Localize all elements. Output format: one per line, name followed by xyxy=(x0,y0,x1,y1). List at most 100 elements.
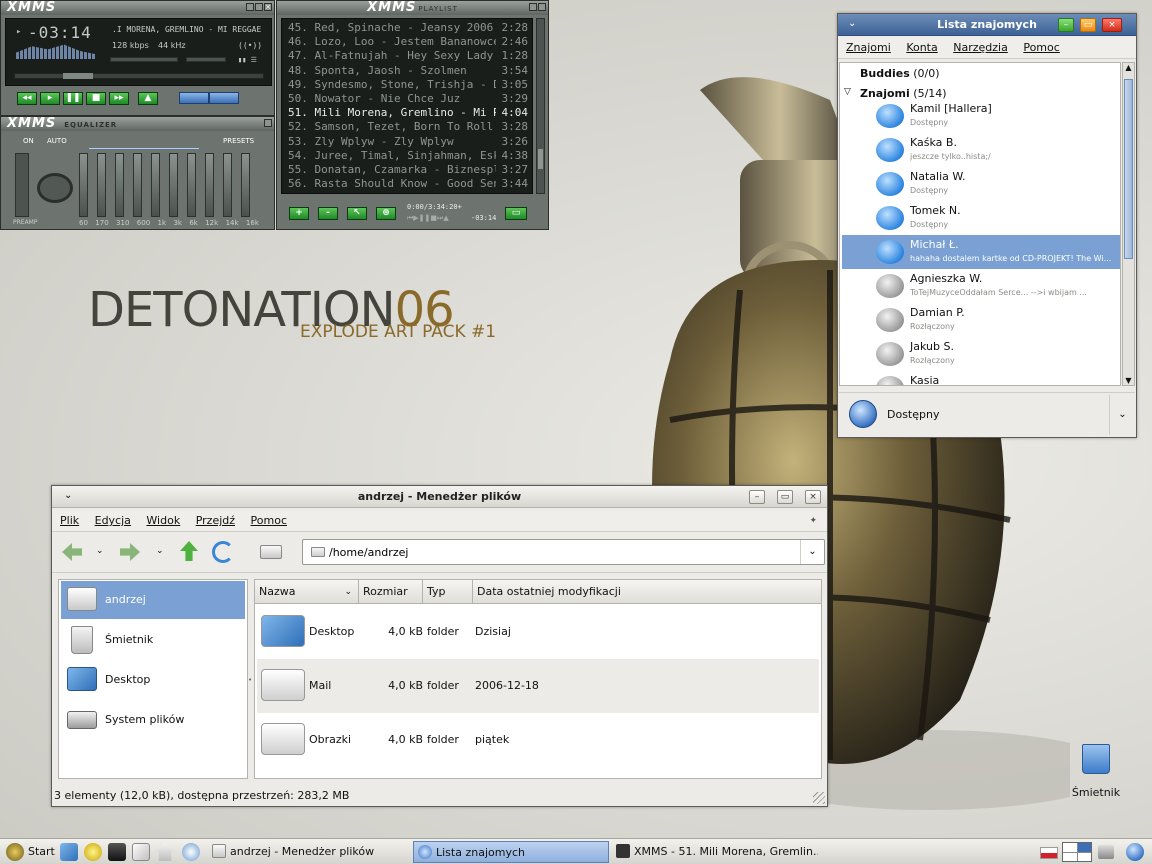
buddy-menu-znajomi[interactable]: Znajomi xyxy=(840,37,897,59)
xmms-eq-on-button[interactable]: ON xyxy=(23,137,34,145)
xmms-playlist-shade-button[interactable] xyxy=(529,3,537,11)
xmms-playlist-title-bar[interactable]: XMMS PLAYLIST xyxy=(277,1,548,15)
xmms-eq-band-slider[interactable] xyxy=(169,153,178,217)
buddy-list-scrollbar[interactable]: ▲ ▼ xyxy=(1122,62,1135,386)
xmms-playlist-remove-button[interactable]: - xyxy=(318,207,338,220)
xmms-eq-close-button[interactable] xyxy=(264,119,272,127)
xmms-time-display[interactable]: -03:14 xyxy=(28,23,92,42)
workspace-2[interactable] xyxy=(1077,843,1091,852)
buddy-row[interactable]: Kamil [Hallera] Dostępny xyxy=(842,99,1120,133)
workspace-3[interactable] xyxy=(1063,852,1077,861)
file-row[interactable]: Desktop 4,0 kB folder Dzisiaj xyxy=(257,605,819,659)
xmms-playlist-close-button[interactable] xyxy=(538,3,546,11)
fm-menu-pomoc[interactable]: Pomoc xyxy=(245,510,293,532)
taskbar-task-button[interactable]: andrzej - Menedżer plików xyxy=(208,841,406,863)
scroll-down-icon[interactable]: ▼ xyxy=(1123,376,1134,385)
playlist-entry[interactable]: 48. Sponta, Jaosh - Szolmen 3:54 xyxy=(288,64,528,78)
playlist-entry[interactable]: 53. Zly Wplyw - Zly Wplyw 3:26 xyxy=(288,135,528,149)
file-manager-close-button[interactable]: × xyxy=(805,490,821,504)
launcher-editor-icon[interactable] xyxy=(132,843,150,861)
file-row[interactable]: Obrazki 4,0 kB folder piątek xyxy=(257,713,819,767)
status-dropdown-icon[interactable]: ⌄ xyxy=(1109,395,1135,435)
buddy-row[interactable]: Damian P. Rozłączony xyxy=(842,303,1120,337)
file-manager-maximize-button[interactable]: ▭ xyxy=(777,490,793,504)
xmms-eq-auto-button[interactable]: AUTO xyxy=(47,137,67,145)
file-manager-title-bar[interactable]: andrzej - Menedżer plików xyxy=(52,486,827,508)
home-folder-icon[interactable] xyxy=(260,545,282,559)
buddy-list-window-menu-icon[interactable]: ⌄ xyxy=(848,18,856,29)
workspace-1[interactable] xyxy=(1063,843,1077,852)
xmms-eq-band-slider[interactable] xyxy=(133,153,142,217)
file-manager-minimize-button[interactable]: – xyxy=(749,490,765,504)
playlist-entry[interactable]: 47. Al-Fatnujah - Hey Sexy Lady ... 1:28 xyxy=(288,49,528,63)
playlist-entry[interactable]: 56. Rasta Should Know - Good Sensi 3:44 xyxy=(288,177,528,191)
xmms-balance-slider[interactable] xyxy=(186,57,226,62)
xmms-eq-band-slider[interactable] xyxy=(223,153,232,217)
sidebar-item-desktop[interactable]: Desktop xyxy=(61,661,245,699)
launcher-home-icon[interactable] xyxy=(156,843,174,861)
column-header-type[interactable]: Typ xyxy=(423,580,473,604)
fm-menu-plik[interactable]: Plik xyxy=(54,510,85,532)
buddy-status-selector[interactable]: Dostępny ⌄ xyxy=(839,392,1135,436)
location-dropdown-icon[interactable]: ⌄ xyxy=(800,540,824,564)
playlist-entry[interactable]: 50. Nowator - Nie Chce Juz 3:29 xyxy=(288,92,528,106)
resize-grip-icon[interactable] xyxy=(813,792,825,804)
forward-arrow-icon[interactable] xyxy=(120,543,140,561)
xmms-playlist-misc-button[interactable]: ⊛ xyxy=(376,207,396,220)
buddy-row[interactable]: Natalia W. Dostępny xyxy=(842,167,1120,201)
xmms-play-button[interactable]: ▸ xyxy=(40,92,60,105)
fm-menu-edycja[interactable]: Edycja xyxy=(89,510,137,532)
playlist-entry[interactable]: 55. Donatan, Czamarka - Biznesplan 3:27 xyxy=(288,163,528,177)
xmms-eq-title-bar[interactable]: XMMS EQUALIZER xyxy=(1,117,274,131)
xmms-playlist-scrollbar[interactable] xyxy=(536,18,545,194)
xmms-eq-band-slider[interactable] xyxy=(205,153,214,217)
up-arrow-icon[interactable] xyxy=(180,541,198,561)
buddy-row[interactable]: Kaśka B. jeszcze tylko..hista;/ xyxy=(842,133,1120,167)
tray-screenshot-icon[interactable] xyxy=(1098,845,1114,859)
xmms-eq-toggle-button[interactable]: ▮▮ ☰ xyxy=(238,56,257,64)
tray-network-icon[interactable] xyxy=(1126,843,1144,861)
xmms-shuffle-button[interactable] xyxy=(179,92,209,104)
playlist-entry[interactable]: 51. Mili Morena, Gremlino - Mi R... 4:04 xyxy=(288,106,528,120)
sidebar-item-trash[interactable]: Śmietnik xyxy=(61,621,245,659)
reload-icon[interactable] xyxy=(212,541,234,563)
taskbar-task-button[interactable]: XMMS - 51. Mili Morena, Gremlin... xyxy=(612,841,818,863)
buddy-list-minimize-button[interactable]: – xyxy=(1058,18,1074,32)
playlist-entry[interactable]: 49. Syndesmo, Stone, Trishja - D... 3:05 xyxy=(288,78,528,92)
buddy-list-close-button[interactable]: × xyxy=(1102,18,1122,32)
xmms-repeat-button[interactable] xyxy=(209,92,239,104)
xmms-playlist-scroll-handle[interactable] xyxy=(538,149,543,169)
buddy-menu-pomoc[interactable]: Pomoc xyxy=(1017,37,1065,59)
buddy-menu-narzedzia[interactable]: Narzędzia xyxy=(947,37,1014,59)
buddy-row[interactable]: Michał Ł. hahaha dostalem kartke od CD-PR… xyxy=(842,235,1120,269)
buddy-row[interactable]: Kasia xyxy=(842,371,1120,385)
xmms-close-button[interactable]: × xyxy=(264,3,272,11)
xmms-seek-handle[interactable] xyxy=(63,73,93,79)
xmms-volume-slider[interactable] xyxy=(110,57,178,62)
buddy-list-scroll-thumb[interactable] xyxy=(1124,79,1133,259)
fm-menu-widok[interactable]: Widok xyxy=(140,510,186,532)
launcher-terminal-icon[interactable] xyxy=(108,843,126,861)
playlist-entry[interactable]: 45. Red, Spinache - Jeansy 2006 2:28 xyxy=(288,21,528,35)
file-manager-window-menu-icon[interactable]: ⌄ xyxy=(64,490,72,501)
keyboard-layout-flag-icon[interactable] xyxy=(1040,847,1058,859)
sidebar-resize-handle[interactable]: • xyxy=(248,676,252,684)
desktop-trash-shortcut[interactable]: Śmietnik xyxy=(1068,744,1124,804)
xmms-title-bar[interactable]: XMMS xyxy=(1,1,274,15)
xmms-shade-button[interactable] xyxy=(255,3,263,11)
xmms-eq-band-slider[interactable] xyxy=(79,153,88,217)
playlist-entry[interactable]: 46. Lozo, Loo - Jestem Bananowcem 2:46 xyxy=(288,35,528,49)
xmms-playlist-mini-controls[interactable]: ⏮▶❚❚■⏭▲ xyxy=(407,214,449,223)
sidebar-item-andrzej[interactable]: andrzej xyxy=(61,581,245,619)
launcher-lightbulb-icon[interactable] xyxy=(84,843,102,861)
xmms-previous-button[interactable]: ◂◂ xyxy=(17,92,37,105)
launcher-desktop-icon[interactable] xyxy=(60,843,78,861)
xmms-eq-band-slider[interactable] xyxy=(151,153,160,217)
xmms-eq-band-slider[interactable] xyxy=(241,153,250,217)
location-input[interactable] xyxy=(329,543,789,561)
scroll-up-icon[interactable]: ▲ xyxy=(1123,63,1134,72)
xmms-eq-band-slider[interactable] xyxy=(115,153,124,217)
buddy-list-maximize-button[interactable]: ▭ xyxy=(1080,18,1096,32)
buddy-group-buddies[interactable]: Buddies (0/0) xyxy=(860,67,940,80)
playlist-entry[interactable]: 52. Samson, Tezet, Born To Roll ... 3:28 xyxy=(288,120,528,134)
